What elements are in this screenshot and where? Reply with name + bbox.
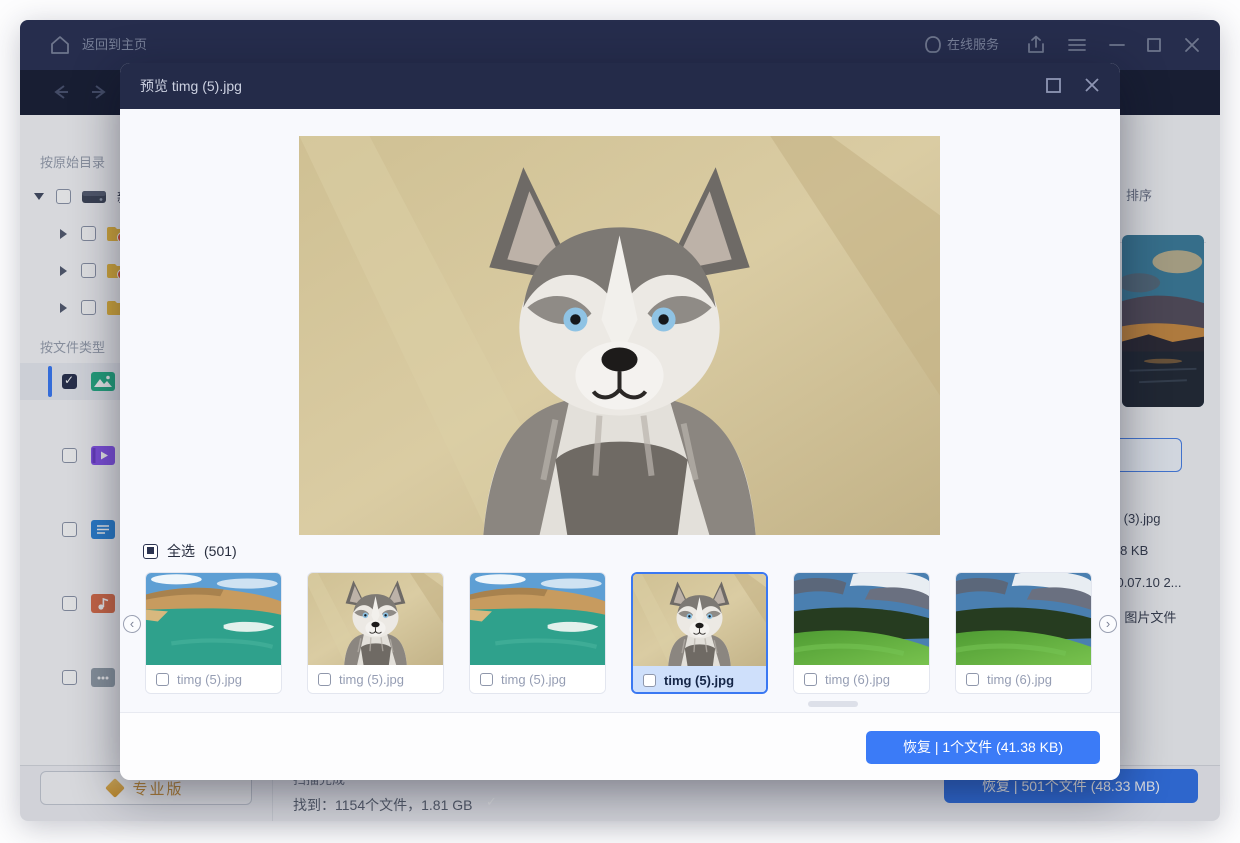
thumbnail-image	[956, 573, 1091, 665]
checkbox[interactable]	[643, 674, 656, 687]
checkbox[interactable]	[966, 673, 979, 686]
preview-modal: 预览 timg (5).jpg 全选 (501) ‹ timg (5).jpg	[120, 63, 1120, 780]
thumbnail-name: timg (6).jpg	[825, 672, 890, 687]
recover-selected-button[interactable]: 恢复 | 1个文件 (41.38 KB)	[866, 731, 1100, 764]
strip-prev-button[interactable]: ‹	[123, 615, 141, 633]
thumbnail-card[interactable]: timg (5).jpg	[145, 572, 282, 694]
page: 返回到主页 在线服务	[0, 0, 1240, 843]
thumbnail-image	[146, 573, 281, 665]
thumbnail-name: timg (5).jpg	[339, 672, 404, 687]
preview-image	[299, 136, 940, 535]
select-all-label: 全选	[167, 541, 195, 561]
modal-maximize-icon[interactable]	[1044, 77, 1064, 95]
modal-title: 预览 timg (5).jpg	[140, 63, 242, 109]
thumbnail-image	[308, 573, 443, 665]
modal-close-icon[interactable]	[1082, 77, 1102, 95]
checkbox[interactable]	[804, 673, 817, 686]
strip-scrollbar[interactable]	[808, 701, 858, 707]
thumbnail-image	[794, 573, 929, 665]
thumbnail-card[interactable]: timg (5).jpg	[307, 572, 444, 694]
checkbox[interactable]	[318, 673, 331, 686]
modal-header: 预览 timg (5).jpg	[120, 63, 1120, 109]
checkbox[interactable]	[156, 673, 169, 686]
thumbnail-name: timg (6).jpg	[987, 672, 1052, 687]
select-all-count: (501)	[204, 543, 237, 559]
thumbnail-image	[633, 574, 766, 666]
select-all-checkbox[interactable]	[143, 544, 158, 559]
thumbnail-name: timg (5).jpg	[501, 672, 566, 687]
thumbnail-card[interactable]: timg (6).jpg	[793, 572, 930, 694]
select-all-control[interactable]: 全选 (501)	[143, 541, 237, 561]
checkbox[interactable]	[480, 673, 493, 686]
thumbnail-image	[470, 573, 605, 665]
thumbnail-card-selected[interactable]: timg (5).jpg	[631, 572, 768, 694]
thumbnail-name: timg (5).jpg	[664, 673, 734, 688]
thumbnail-card[interactable]: timg (6).jpg	[955, 572, 1092, 694]
thumbnail-card[interactable]: timg (5).jpg	[469, 572, 606, 694]
thumbnail-name: timg (5).jpg	[177, 672, 242, 687]
strip-next-button[interactable]: ›	[1099, 615, 1117, 633]
